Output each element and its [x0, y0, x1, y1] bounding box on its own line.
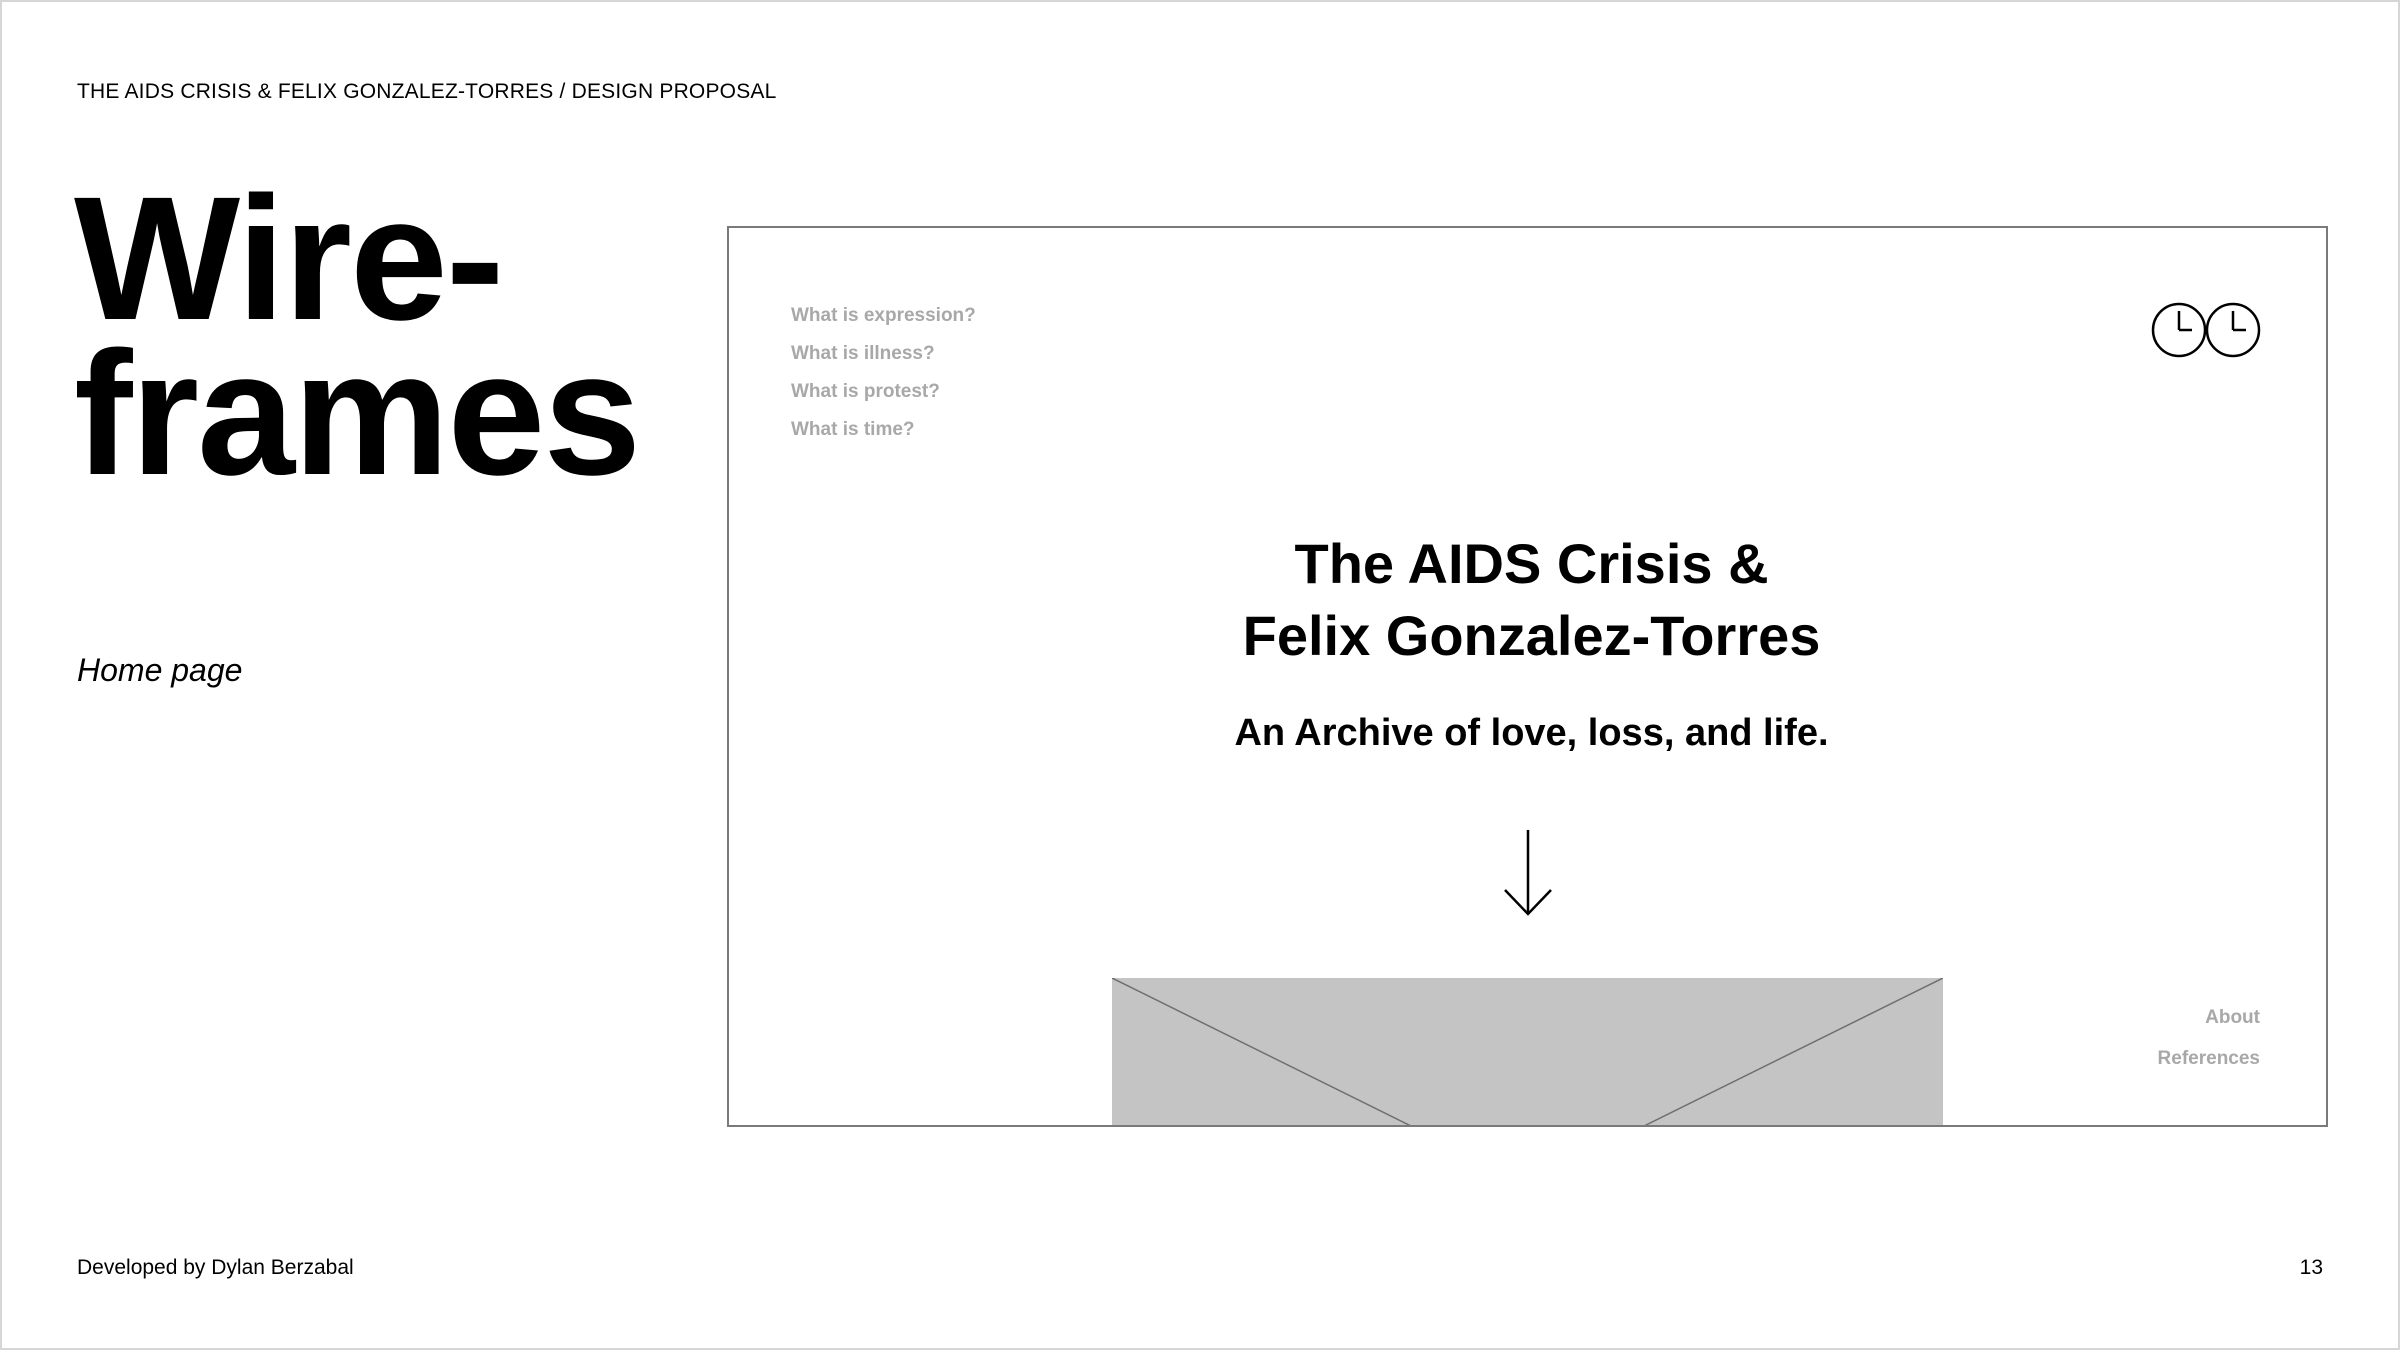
breadcrumb: THE AIDS CRISIS & FELIX GONZALEZ-TORRES … [77, 80, 777, 103]
nav-item-illness[interactable]: What is illness? [791, 342, 976, 380]
nav-item-time[interactable]: What is time? [791, 418, 976, 456]
credit-text: Developed by Dylan Berzabal [77, 1256, 354, 1279]
wireframe-heading-line-1: The AIDS Crisis & [1294, 532, 1769, 595]
wireframe-tagline: An Archive of love, loss, and life. [1234, 712, 1829, 754]
wireframe-frame: What is expression? What is illness? Wha… [727, 226, 2328, 1127]
nav-item-expression[interactable]: What is expression? [791, 304, 976, 342]
nav-item-protest[interactable]: What is protest? [791, 380, 976, 418]
section-subtitle: Home page [77, 652, 243, 688]
page-title: Wire- frames [74, 161, 641, 512]
wireframe-heading: The AIDS Crisis & Felix Gonzalez-Torres [729, 528, 2326, 672]
arrow-down-icon[interactable] [1503, 828, 1553, 918]
slide: THE AIDS CRISIS & FELIX GONZALEZ-TORRES … [0, 0, 2400, 1350]
wireframe-nav: What is expression? What is illness? Wha… [791, 304, 976, 456]
page-title-line-1: Wire- [74, 161, 504, 357]
page-title-line-2: frames [74, 316, 641, 512]
link-about[interactable]: About [2158, 1006, 2260, 1047]
link-references[interactable]: References [2158, 1047, 2260, 1088]
wireframe-heading-line-2: Felix Gonzalez-Torres [1242, 604, 1821, 667]
two-clocks-icon[interactable] [2151, 301, 2261, 359]
page-number: 13 [2299, 1256, 2323, 1279]
image-placeholder [1112, 978, 1943, 1125]
wireframe-footer-links: About References [2158, 1006, 2260, 1088]
